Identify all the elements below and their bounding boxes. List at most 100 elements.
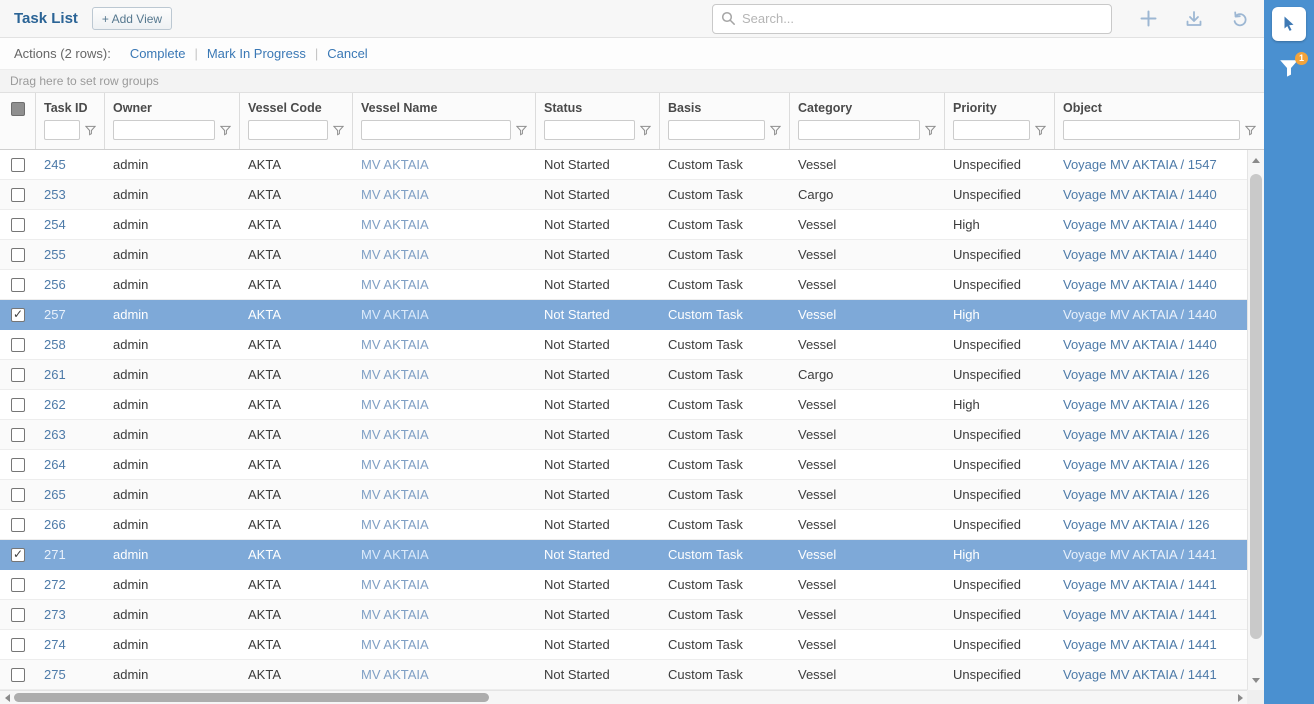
task-id-link[interactable]: 253 (44, 187, 66, 202)
filter-funnel-icon[interactable] (925, 125, 936, 136)
vessel-name-link[interactable]: MV AKTAIA (361, 277, 429, 292)
filter-funnel-icon[interactable] (640, 125, 651, 136)
object-link[interactable]: Voyage MV AKTAIA / 126 (1063, 427, 1209, 442)
row-select-cell[interactable] (0, 338, 36, 352)
object-link[interactable]: Voyage MV AKTAIA / 126 (1063, 367, 1209, 382)
table-row[interactable]: 257 admin AKTA MV AKTAIA Not Started Cus… (0, 300, 1247, 330)
row-checkbox[interactable] (11, 548, 25, 562)
vessel-name-link[interactable]: MV AKTAIA (361, 157, 429, 172)
task-id-link[interactable]: 275 (44, 667, 66, 682)
filter-input-basis[interactable] (668, 120, 765, 140)
table-row[interactable]: 266 admin AKTA MV AKTAIA Not Started Cus… (0, 510, 1247, 540)
task-id-link[interactable]: 245 (44, 157, 66, 172)
object-link[interactable]: Voyage MV AKTAIA / 126 (1063, 457, 1209, 472)
row-checkbox[interactable] (11, 308, 25, 322)
column-header-taskid[interactable]: Task ID (36, 93, 105, 149)
column-header-category[interactable]: Category (790, 93, 945, 149)
table-row[interactable]: 254 admin AKTA MV AKTAIA Not Started Cus… (0, 210, 1247, 240)
table-row[interactable]: 261 admin AKTA MV AKTAIA Not Started Cus… (0, 360, 1247, 390)
filter-funnel-icon[interactable] (220, 125, 231, 136)
scroll-down-arrow[interactable] (1248, 672, 1264, 688)
object-link[interactable]: Voyage MV AKTAIA / 1441 (1063, 547, 1217, 562)
row-checkbox[interactable] (11, 608, 25, 622)
object-link[interactable]: Voyage MV AKTAIA / 1440 (1063, 247, 1217, 262)
task-id-link[interactable]: 272 (44, 577, 66, 592)
object-link[interactable]: Voyage MV AKTAIA / 126 (1063, 517, 1209, 532)
row-select-cell[interactable] (0, 548, 36, 562)
task-id-link[interactable]: 257 (44, 307, 66, 322)
vessel-name-link[interactable]: MV AKTAIA (361, 427, 429, 442)
table-row[interactable]: 265 admin AKTA MV AKTAIA Not Started Cus… (0, 480, 1247, 510)
task-id-link[interactable]: 271 (44, 547, 66, 562)
filter-input-category[interactable] (798, 120, 920, 140)
filter-funnel-icon[interactable] (85, 125, 96, 136)
filter-input-priority[interactable] (953, 120, 1030, 140)
table-row[interactable]: 264 admin AKTA MV AKTAIA Not Started Cus… (0, 450, 1247, 480)
row-select-cell[interactable] (0, 668, 36, 682)
row-checkbox[interactable] (11, 518, 25, 532)
vertical-scrollbar[interactable] (1247, 150, 1264, 690)
action-complete[interactable]: Complete (130, 46, 186, 61)
column-header-priority[interactable]: Priority (945, 93, 1055, 149)
column-header-vname[interactable]: Vessel Name (353, 93, 536, 149)
vessel-name-link[interactable]: MV AKTAIA (361, 667, 429, 682)
task-id-link[interactable]: 263 (44, 427, 66, 442)
task-id-link[interactable]: 262 (44, 397, 66, 412)
object-link[interactable]: Voyage MV AKTAIA / 1441 (1063, 607, 1217, 622)
column-header-owner[interactable]: Owner (105, 93, 240, 149)
table-row[interactable]: 253 admin AKTA MV AKTAIA Not Started Cus… (0, 180, 1247, 210)
row-checkbox[interactable] (11, 218, 25, 232)
object-link[interactable]: Voyage MV AKTAIA / 1441 (1063, 667, 1217, 682)
row-checkbox[interactable] (11, 158, 25, 172)
table-row[interactable]: 263 admin AKTA MV AKTAIA Not Started Cus… (0, 420, 1247, 450)
vessel-name-link[interactable]: MV AKTAIA (361, 367, 429, 382)
header-select-all-cell[interactable] (0, 93, 36, 149)
row-select-cell[interactable] (0, 218, 36, 232)
scroll-left-arrow[interactable] (0, 691, 14, 704)
vertical-scroll-thumb[interactable] (1250, 174, 1262, 639)
filter-input-vcode[interactable] (248, 120, 328, 140)
row-select-cell[interactable] (0, 608, 36, 622)
table-row[interactable]: 255 admin AKTA MV AKTAIA Not Started Cus… (0, 240, 1247, 270)
task-id-link[interactable]: 261 (44, 367, 66, 382)
scroll-right-arrow[interactable] (1233, 691, 1247, 704)
row-select-cell[interactable] (0, 308, 36, 322)
horizontal-scroll-thumb[interactable] (14, 693, 489, 702)
task-id-link[interactable]: 258 (44, 337, 66, 352)
row-checkbox[interactable] (11, 668, 25, 682)
filter-input-status[interactable] (544, 120, 635, 140)
vessel-name-link[interactable]: MV AKTAIA (361, 187, 429, 202)
vessel-name-link[interactable]: MV AKTAIA (361, 637, 429, 652)
row-checkbox[interactable] (11, 338, 25, 352)
row-select-cell[interactable] (0, 638, 36, 652)
row-checkbox[interactable] (11, 368, 25, 382)
task-id-link[interactable]: 273 (44, 607, 66, 622)
task-id-link[interactable]: 256 (44, 277, 66, 292)
scroll-up-arrow[interactable] (1248, 152, 1264, 168)
search-box[interactable] (712, 4, 1112, 34)
vessel-name-link[interactable]: MV AKTAIA (361, 607, 429, 622)
filter-funnel-icon[interactable] (770, 125, 781, 136)
table-row[interactable]: 272 admin AKTA MV AKTAIA Not Started Cus… (0, 570, 1247, 600)
object-link[interactable]: Voyage MV AKTAIA / 126 (1063, 397, 1209, 412)
table-row[interactable]: 258 admin AKTA MV AKTAIA Not Started Cus… (0, 330, 1247, 360)
object-link[interactable]: Voyage MV AKTAIA / 1547 (1063, 157, 1217, 172)
row-checkbox[interactable] (11, 248, 25, 262)
add-view-button[interactable]: + Add View (92, 7, 172, 30)
action-mark-in-progress[interactable]: Mark In Progress (207, 46, 306, 61)
row-checkbox[interactable] (11, 458, 25, 472)
row-checkbox[interactable] (11, 578, 25, 592)
vessel-name-link[interactable]: MV AKTAIA (361, 577, 429, 592)
vessel-name-link[interactable]: MV AKTAIA (361, 547, 429, 562)
row-select-cell[interactable] (0, 248, 36, 262)
object-link[interactable]: Voyage MV AKTAIA / 1440 (1063, 187, 1217, 202)
plus-icon[interactable] (1138, 9, 1158, 29)
vessel-name-link[interactable]: MV AKTAIA (361, 247, 429, 262)
vessel-name-link[interactable]: MV AKTAIA (361, 397, 429, 412)
task-id-link[interactable]: 266 (44, 517, 66, 532)
row-checkbox[interactable] (11, 428, 25, 442)
filter-input-owner[interactable] (113, 120, 215, 140)
task-id-link[interactable]: 265 (44, 487, 66, 502)
row-select-cell[interactable] (0, 578, 36, 592)
row-checkbox[interactable] (11, 398, 25, 412)
